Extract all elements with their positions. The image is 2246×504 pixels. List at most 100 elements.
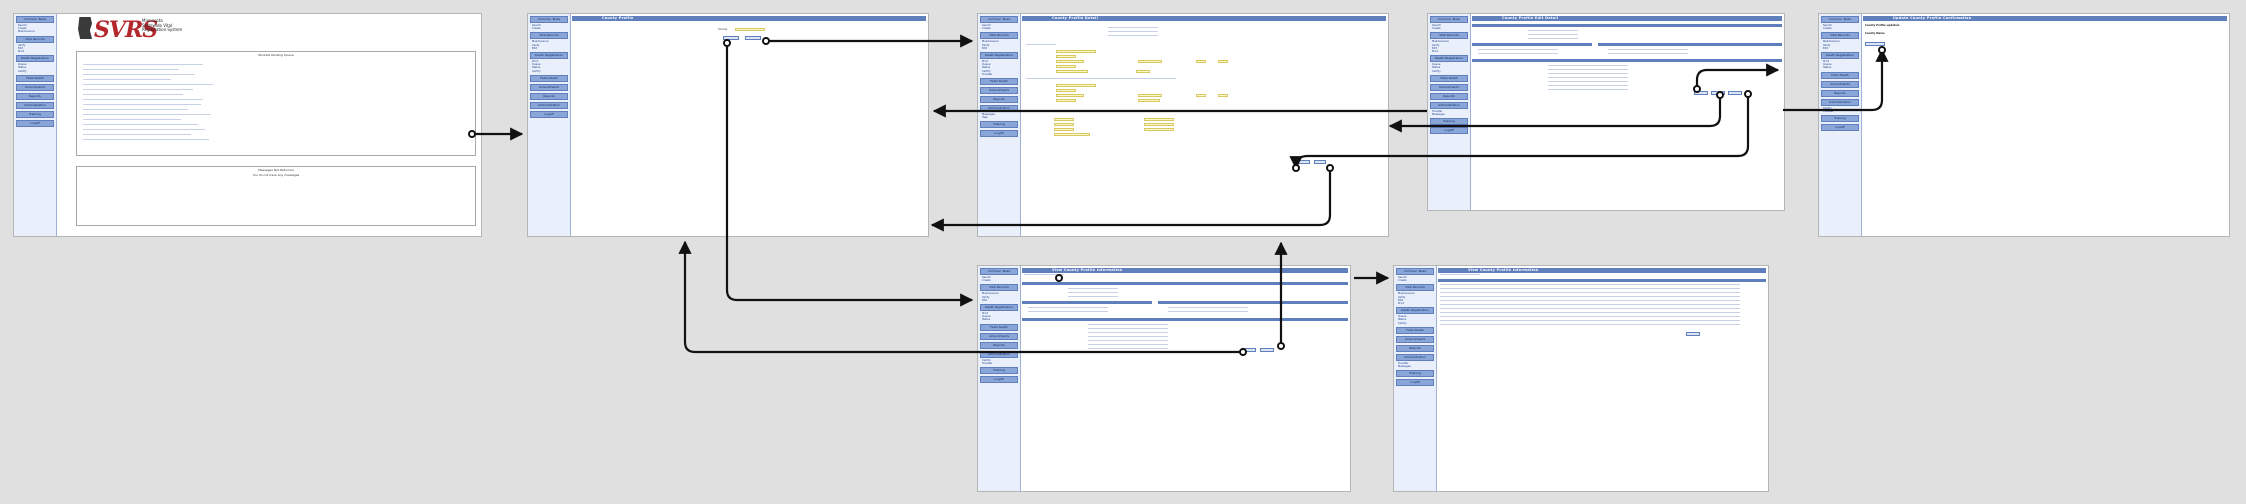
sidebar-item[interactable]: Create: [1398, 279, 1434, 282]
sidebar-header[interactable]: Vital Records: [980, 32, 1018, 40]
sidebar-header[interactable]: Common Tasks: [530, 16, 568, 23]
sidebar-header[interactable]: Administration: [1430, 101, 1468, 109]
sidebar-item[interactable]: Edit: [1823, 47, 1859, 50]
sidebar-header[interactable]: Fetal Death: [980, 77, 1018, 85]
sidebar-header[interactable]: Fetal Death: [530, 74, 568, 82]
sidebar-header[interactable]: Common Tasks: [1396, 268, 1434, 275]
sidebar-header[interactable]: Amendments: [530, 83, 568, 91]
sidebar-header[interactable]: Training: [980, 121, 1018, 129]
edit-button[interactable]: [1260, 348, 1274, 352]
sidebar-header[interactable]: Reports: [1396, 344, 1434, 352]
sidebar-item[interactable]: Certify: [1398, 322, 1434, 325]
sidebar-header[interactable]: Training: [1430, 118, 1468, 126]
sidebar-item[interactable]: Create: [532, 27, 568, 30]
sidebar-header[interactable]: Death Registration: [1821, 51, 1859, 59]
sidebar-header[interactable]: Common Tasks: [980, 268, 1018, 275]
sidebar-header[interactable]: Amendments: [16, 83, 54, 91]
sidebar-header[interactable]: Common Tasks: [16, 16, 54, 23]
sidebar-item[interactable]: Messages: [1432, 113, 1468, 116]
sidebar-header[interactable]: Reports: [1430, 92, 1468, 100]
sidebar-header[interactable]: Logoff: [1396, 379, 1434, 387]
sidebar-header[interactable]: Vital Records: [980, 284, 1018, 292]
sidebar-header[interactable]: Vital Records: [530, 32, 568, 40]
sidebar-header[interactable]: Common Tasks: [1430, 16, 1468, 23]
sidebar-item[interactable]: Certify: [1432, 70, 1468, 73]
sidebar-header[interactable]: Death Registration: [980, 51, 1018, 59]
sidebar-header[interactable]: Fetal Death: [1396, 326, 1434, 334]
sidebar-header[interactable]: Vital Records: [16, 35, 54, 43]
sidebar-header[interactable]: Fetal Death: [1430, 74, 1468, 82]
sidebar-header[interactable]: Logoff: [980, 375, 1018, 383]
sidebar-header[interactable]: Logoff: [530, 110, 568, 118]
sidebar-header[interactable]: Administration: [1821, 98, 1859, 106]
sidebar-item[interactable]: Status: [1823, 66, 1859, 69]
sidebar-header[interactable]: Logoff: [16, 119, 54, 127]
sidebar-header[interactable]: Death Registration: [1396, 307, 1434, 315]
save-button[interactable]: [1694, 91, 1708, 95]
edit-button[interactable]: [745, 36, 761, 40]
sidebar-item[interactable]: Status: [982, 318, 1018, 321]
sidebar-header[interactable]: Amendments: [980, 86, 1018, 94]
sidebar-header[interactable]: Training: [1821, 114, 1859, 122]
sidebar-header[interactable]: Reports: [980, 341, 1018, 349]
sidebar-header[interactable]: Reports: [530, 92, 568, 100]
sidebar-header[interactable]: Common Tasks: [1821, 16, 1859, 23]
sidebar-header[interactable]: Administration: [980, 104, 1018, 112]
view-button[interactable]: [723, 36, 739, 40]
sidebar-header[interactable]: Administration: [980, 350, 1018, 358]
sidebar-header[interactable]: Administration: [1396, 353, 1434, 361]
sidebar-header[interactable]: Logoff: [1430, 127, 1468, 135]
sidebar-header[interactable]: Amendments: [1821, 80, 1859, 88]
sidebar-item[interactable]: Print: [1432, 50, 1468, 53]
edit-button[interactable]: [1314, 160, 1326, 164]
sidebar-item[interactable]: Create: [982, 279, 1018, 282]
sidebar-item[interactable]: Help: [982, 116, 1018, 119]
sidebar-item[interactable]: Edit: [982, 47, 1018, 50]
sidebar-header[interactable]: Fetal Death: [16, 74, 54, 82]
sidebar-item[interactable]: Edit: [982, 299, 1018, 302]
sidebar-header[interactable]: Death Registration: [1430, 55, 1468, 63]
sidebar-header[interactable]: Reports: [16, 92, 54, 100]
sidebar-item[interactable]: Maintenance: [18, 30, 54, 33]
sidebar-item[interactable]: Transfer: [982, 73, 1018, 76]
sidebar-header[interactable]: Administration: [530, 101, 568, 109]
sidebar-item[interactable]: Print: [1398, 302, 1434, 305]
sidebar-item[interactable]: Edit: [532, 47, 568, 50]
sidebar-header[interactable]: Vital Records: [1396, 284, 1434, 292]
sidebar-header[interactable]: Administration: [16, 101, 54, 109]
sidebar-header[interactable]: Amendments: [980, 332, 1018, 340]
sidebar-header[interactable]: Fetal Death: [980, 323, 1018, 331]
sidebar-header[interactable]: Training: [980, 366, 1018, 374]
sidebar-item[interactable]: Transfer: [1823, 110, 1859, 113]
reset-button[interactable]: [1728, 91, 1742, 95]
sidebar-header[interactable]: Death Registration: [530, 51, 568, 59]
sidebar-item[interactable]: Create: [1432, 27, 1468, 30]
sidebar-header[interactable]: Amendments: [1396, 335, 1434, 343]
sidebar-header[interactable]: Death Registration: [16, 55, 54, 63]
sidebar-header[interactable]: Reports: [980, 95, 1018, 103]
county-select[interactable]: [735, 28, 765, 31]
sidebar-header[interactable]: Logoff: [1821, 123, 1859, 131]
sidebar-header[interactable]: Amendments: [1430, 83, 1468, 91]
sidebar-item[interactable]: Print: [18, 50, 54, 53]
sidebar-header[interactable]: Fetal Death: [1821, 71, 1859, 79]
sidebar-item[interactable]: Certify: [18, 70, 54, 73]
history-button[interactable]: [1242, 348, 1256, 352]
sidebar-header[interactable]: Common Tasks: [980, 16, 1018, 23]
back-button[interactable]: [1686, 332, 1700, 336]
sidebar-item[interactable]: Transfer: [982, 362, 1018, 365]
sidebar-header[interactable]: Training: [1396, 370, 1434, 378]
sidebar-header[interactable]: Vital Records: [1430, 32, 1468, 40]
ok-button[interactable]: [1865, 42, 1885, 46]
sidebar-header[interactable]: Training: [16, 110, 54, 118]
sidebar-header[interactable]: Vital Records: [1821, 32, 1859, 40]
history-button[interactable]: [1298, 160, 1310, 164]
sidebar-item[interactable]: Certify: [532, 70, 568, 73]
sidebar-item[interactable]: Messages: [1398, 365, 1434, 368]
sidebar-item[interactable]: Create: [1823, 27, 1859, 30]
sidebar-header[interactable]: Logoff: [980, 130, 1018, 138]
cancel-button[interactable]: [1711, 91, 1725, 95]
sidebar-item[interactable]: Create: [982, 27, 1018, 30]
sidebar-header[interactable]: Reports: [1821, 89, 1859, 97]
sidebar-header[interactable]: Death Registration: [980, 303, 1018, 311]
